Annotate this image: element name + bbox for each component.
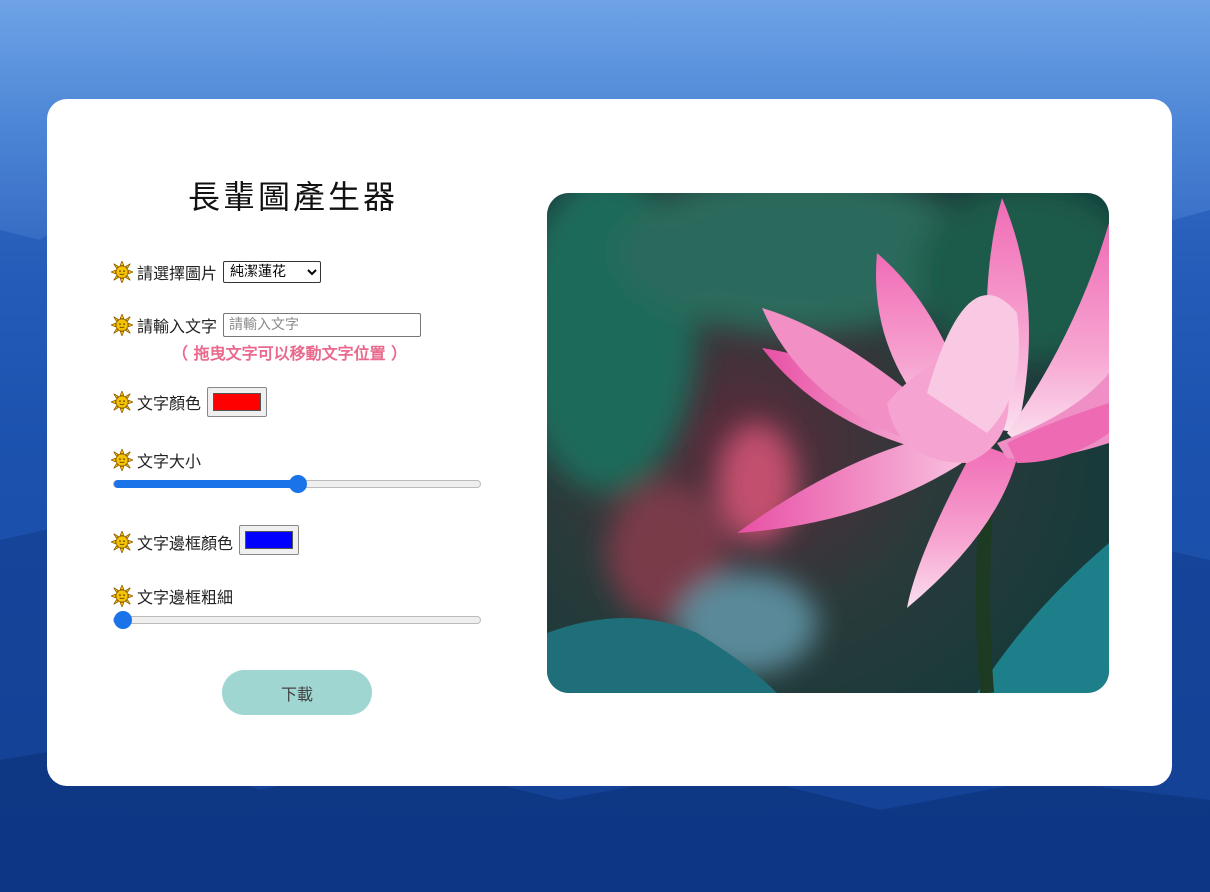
text-color-label: 文字顏色	[137, 394, 202, 413]
stroke-width-label: 文字邊框粗細	[137, 588, 234, 607]
stroke-color-swatch	[245, 531, 294, 549]
image-select-row: 請選擇圖片 純潔蓮花	[111, 260, 322, 284]
sun-face-icon	[111, 391, 133, 413]
sun-face-icon	[111, 261, 133, 283]
image-select[interactable]: 純潔蓮花	[223, 261, 322, 283]
text-size-slider-fill	[114, 480, 298, 488]
sun-face-icon	[111, 531, 133, 553]
sun-face-icon	[111, 449, 133, 471]
stroke-width-row: 文字邊框粗細	[111, 584, 233, 608]
drag-hint: （ 拖曳文字可以移動文字位置 ）	[172, 344, 408, 363]
lotus-flower-image	[547, 193, 1109, 693]
download-button[interactable]: 下載	[222, 670, 372, 715]
sun-face-icon	[111, 314, 133, 336]
text-size-slider[interactable]	[113, 475, 481, 493]
stroke-width-slider-handle[interactable]	[114, 611, 132, 629]
image-select-label: 請選擇圖片	[137, 264, 218, 283]
page-title: 長輩圖產生器	[188, 178, 399, 216]
text-input-row: 請輸入文字	[111, 313, 422, 337]
stroke-width-slider[interactable]	[113, 611, 481, 629]
stroke-color-picker[interactable]	[239, 525, 300, 555]
preview-image[interactable]	[547, 193, 1109, 693]
text-size-row: 文字大小	[111, 448, 201, 472]
text-input[interactable]	[223, 313, 422, 337]
text-input-label: 請輸入文字	[137, 317, 218, 336]
text-color-row: 文字顏色	[111, 387, 268, 417]
text-size-slider-handle[interactable]	[289, 475, 307, 493]
sun-face-icon	[111, 585, 133, 607]
stroke-color-row: 文字邊框顏色	[111, 525, 300, 555]
text-color-swatch	[213, 393, 262, 411]
text-size-label: 文字大小	[137, 452, 202, 471]
text-color-picker[interactable]	[207, 387, 268, 417]
stroke-color-label: 文字邊框顏色	[137, 534, 234, 553]
